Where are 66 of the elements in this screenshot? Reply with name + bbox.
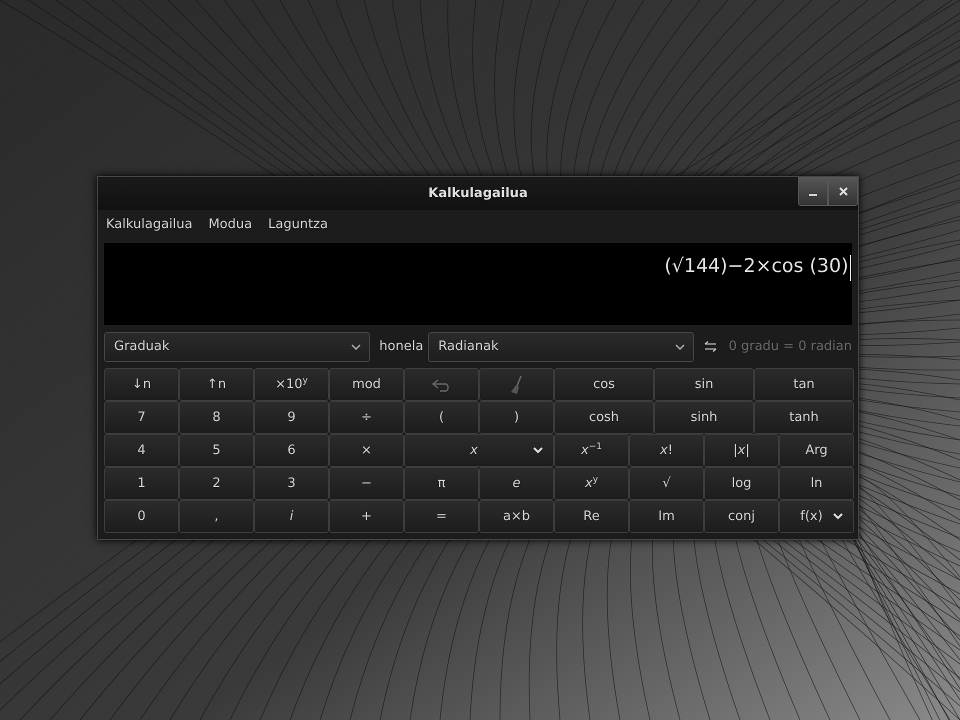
key-button[interactable]: mod — [329, 368, 404, 401]
key-button[interactable]: |x| — [704, 434, 779, 467]
key-button[interactable]: 7 — [104, 401, 179, 434]
expression-text: (√144)−2×cos (30) — [664, 255, 848, 277]
key-button[interactable]: f(x) — [779, 500, 854, 533]
clear-button[interactable] — [479, 368, 554, 401]
unit-dropdown[interactable]: Radianak — [428, 332, 694, 362]
conversion-label: honela — [379, 339, 424, 354]
key-button[interactable]: cosh — [554, 401, 654, 434]
key-button[interactable]: ÷ — [329, 401, 404, 434]
key-button[interactable]: x$^{−1}$ — [554, 434, 629, 467]
key-button[interactable]: 0 — [104, 500, 179, 533]
key-button[interactable]: × — [329, 434, 404, 467]
key-button[interactable]: ln — [779, 467, 854, 500]
chevron-icon — [674, 344, 685, 350]
key-button[interactable]: 2 — [179, 467, 254, 500]
key-button[interactable]: + — [329, 500, 404, 533]
key-button[interactable]: x! — [629, 434, 704, 467]
key-button[interactable]: tanh — [754, 401, 854, 434]
broom-icon — [510, 374, 524, 394]
key-button[interactable]: x$^{y}$ — [554, 467, 629, 500]
key-button[interactable]: 8 — [179, 401, 254, 434]
key-button[interactable]: a×b — [479, 500, 554, 533]
key-button[interactable]: i — [254, 500, 329, 533]
key-button[interactable]: π — [404, 467, 479, 500]
key-button[interactable]: ) — [479, 401, 554, 434]
chevron-icon — [351, 344, 362, 350]
key-button[interactable]: 6 — [254, 434, 329, 467]
undo-button[interactable] — [404, 368, 479, 401]
key-button[interactable]: ×10$^{y}$ — [254, 368, 329, 401]
key-button[interactable]: , — [179, 500, 254, 533]
key-button[interactable]: = — [404, 500, 479, 533]
key-button[interactable]: ↓n — [104, 368, 179, 401]
key-button[interactable]: ↑n — [179, 368, 254, 401]
menu-item[interactable]: Kalkulagailua — [106, 216, 192, 232]
key-button[interactable]: 9 — [254, 401, 329, 434]
text-cursor — [850, 255, 851, 281]
menu-item[interactable]: Laguntza — [268, 216, 328, 232]
key-button[interactable]: 1 — [104, 467, 179, 500]
key-button[interactable]: − — [329, 467, 404, 500]
key-button[interactable]: 4 — [104, 434, 179, 467]
key-button[interactable]: 5 — [179, 434, 254, 467]
conversion-result: 0 gradu = 0 radian — [728, 339, 852, 354]
key-button[interactable]: Im — [629, 500, 704, 533]
key-button[interactable]: ( — [404, 401, 479, 434]
key-button[interactable]: e — [479, 467, 554, 500]
chevron-icon — [533, 447, 543, 454]
key-button[interactable]: conj — [704, 500, 779, 533]
key-button[interactable]: 3 — [254, 467, 329, 500]
display-field[interactable]: (√144)−2×cos (30) — [104, 243, 852, 325]
chevron-icon — [833, 513, 843, 520]
key-button[interactable]: Re — [554, 500, 629, 533]
swap-arrows-icon — [704, 341, 717, 352]
window-title: Kalkulagailua — [428, 186, 528, 201]
key-button[interactable]: sin — [654, 368, 754, 401]
key-button[interactable]: sinh — [654, 401, 754, 434]
close-icon — [838, 187, 848, 196]
key-button[interactable]: tan — [754, 368, 854, 401]
key-button[interactable]: cos — [554, 368, 654, 401]
key-button[interactable]: √ — [629, 467, 704, 500]
key-button[interactable]: Arg — [779, 434, 854, 467]
close-button[interactable] — [828, 177, 858, 206]
menu-item[interactable]: Modua — [208, 216, 252, 232]
unit-dropdown[interactable]: Graduak — [104, 332, 370, 362]
key-button[interactable]: log — [704, 467, 779, 500]
key-button[interactable]: x — [404, 434, 554, 467]
